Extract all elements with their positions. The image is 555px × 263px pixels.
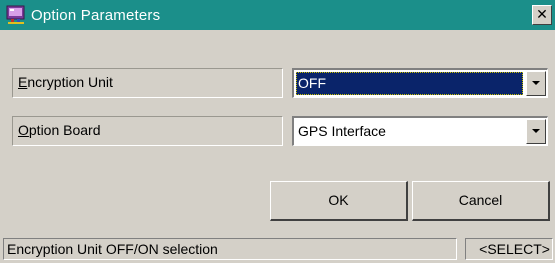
window-title: Option Parameters (31, 6, 161, 24)
option-board-select[interactable]: GPS Interface (292, 116, 548, 146)
close-button[interactable]: ✕ (532, 5, 552, 25)
encryption-unit-label-text: ncryption Unit (27, 74, 113, 90)
option-board-dropdown-button[interactable] (526, 119, 546, 144)
option-board-label-text: ption Board (28, 122, 101, 138)
encryption-unit-select[interactable]: OFF (292, 68, 548, 98)
option-board-value: GPS Interface (298, 123, 386, 139)
status-mode: <SELECT> (465, 238, 553, 260)
encryption-unit-value: OFF (296, 72, 523, 95)
cancel-button[interactable]: Cancel (412, 181, 550, 221)
app-icon (6, 5, 26, 25)
ok-button[interactable]: OK (270, 181, 408, 221)
option-parameters-window: Option Parameters ✕ Encryption Unit OFF … (0, 0, 555, 263)
status-message: Encryption Unit OFF/ON selection (3, 238, 457, 260)
title-bar: Option Parameters ✕ (0, 0, 555, 30)
status-bar: Encryption Unit OFF/ON selection <SELECT… (0, 236, 555, 263)
close-icon: ✕ (536, 6, 548, 22)
encryption-unit-label: Encryption Unit (12, 68, 283, 98)
option-board-label: Option Board (12, 116, 283, 146)
encryption-unit-label-mnemonic: E (18, 74, 28, 90)
option-board-label-mnemonic: O (18, 122, 29, 138)
encryption-unit-dropdown-button[interactable] (526, 71, 546, 96)
